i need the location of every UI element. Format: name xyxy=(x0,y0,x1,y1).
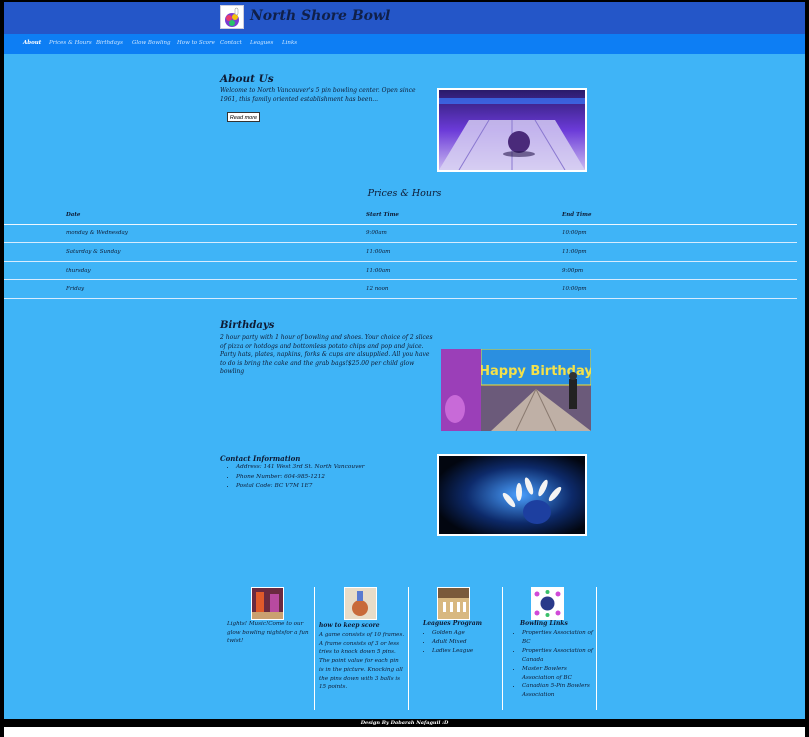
nav-how-to-score[interactable]: How to Score xyxy=(177,40,215,46)
bottom-strip xyxy=(4,727,805,737)
prices-hours-heading: Prices & Hours xyxy=(367,188,442,199)
table-cell-start: 11:00am xyxy=(366,261,562,281)
table-cell-end: 11:00pm xyxy=(562,242,797,262)
bowling-alley-photo xyxy=(437,88,587,172)
contact-postal-code: Postal Code: BC V7M 1E7 xyxy=(236,482,436,492)
table-row: Friday 12 noon 10:00pm xyxy=(4,279,797,299)
table-cell-start: 12 noon xyxy=(366,279,562,299)
table-header-row: Date Start Time End Time xyxy=(4,206,797,225)
how-to-score-heading: how to keep score xyxy=(319,622,380,629)
leagues-thumbnail xyxy=(437,587,470,620)
nav-birthdays[interactable]: Birthdays xyxy=(96,40,123,46)
nav-bar xyxy=(4,34,805,54)
nav-glow-bowling[interactable]: Glow Bowling xyxy=(132,40,171,46)
about-heading: About Us xyxy=(220,73,274,85)
leagues-item-golden-age: Golden Age xyxy=(432,629,473,638)
site-title[interactable]: North Shore Bowl xyxy=(250,8,390,24)
how-to-score-text: A game consists of 10 frames. A frame co… xyxy=(319,632,405,691)
column-header-date: Date xyxy=(4,206,366,225)
table-cell-end: 9:00pm xyxy=(562,261,797,281)
nav-prices-hours[interactable]: Prices & Hours xyxy=(49,40,92,46)
nav-about[interactable]: About xyxy=(23,40,41,46)
birthdays-text: 2 hour party with 1 hour of bowling and … xyxy=(220,334,433,376)
birthday-party-photo: Happy Birthday xyxy=(441,349,591,431)
table-row: Saturday & Sunday 11:00am 11:00pm xyxy=(4,242,797,262)
leagues-item-adult-mixed: Adult Mixed xyxy=(432,638,473,647)
contact-list: Address: 141 West 3rd St. North Vancouve… xyxy=(220,463,436,492)
leagues-list: Golden Age Adult Mixed Ladies League xyxy=(423,629,473,656)
table-cell-end: 10:00pm xyxy=(562,279,797,299)
footer-col-score: how to keep score A game consists of 10 … xyxy=(315,587,409,710)
bowling-pins-photo xyxy=(437,454,587,536)
contact-address: Address: 141 West 3rd St. North Vancouve… xyxy=(236,463,436,473)
column-header-end: End Time xyxy=(562,206,797,225)
table-cell-start: 9:00am xyxy=(366,224,562,244)
bowling-links-list: Properties Association of BC Properties … xyxy=(513,629,600,700)
bowling-links-heading: Bowling Links xyxy=(520,620,568,627)
table-cell-date: thursday xyxy=(4,261,366,281)
about-text: Welcome to North Vancouver's 5 pin bowli… xyxy=(220,87,416,103)
birthdays-heading: Birthdays xyxy=(220,320,275,331)
hours-table: Date Start Time End Time monday & Wednes… xyxy=(4,206,797,299)
table-row: monday & Wednesday 9:00am 10:00pm xyxy=(4,224,797,244)
design-credit: Design By Dabarah Nafaguil :D xyxy=(360,720,449,726)
table-cell-date: monday & Wednesday xyxy=(4,224,366,244)
read-more-button[interactable]: Read more xyxy=(227,112,260,122)
table-cell-start: 11:00am xyxy=(366,242,562,262)
nav-links[interactable]: Links xyxy=(282,40,297,46)
contact-phone: Phone Number: 604-985-1212 xyxy=(236,473,436,483)
table-cell-end: 10:00pm xyxy=(562,224,797,244)
table-cell-date: Saturday & Sunday xyxy=(4,242,366,262)
brand-bar xyxy=(4,2,805,34)
link-master-bowlers-bc[interactable]: Master Bowlers Association of BC xyxy=(522,665,600,683)
link-properties-bc[interactable]: Properties Association of BC xyxy=(522,629,600,647)
link-canadian-5-pin[interactable]: Canadian 5-Pin Bowlers Association xyxy=(522,682,600,700)
footer-col-links: Bowling Links Properties Association of … xyxy=(503,587,597,710)
column-header-start: Start Time xyxy=(366,206,562,225)
contact-heading: Contact Information xyxy=(220,454,301,463)
nav-leagues[interactable]: Leagues xyxy=(250,40,273,46)
leagues-heading: Leagues Program xyxy=(423,620,483,627)
table-row: thursday 11:00am 9:00pm xyxy=(4,261,797,281)
page: North Shore Bowl About Prices & Hours Bi… xyxy=(4,2,805,737)
nav-contact[interactable]: Contact xyxy=(220,40,242,46)
bowling-logo-icon[interactable] xyxy=(220,5,244,29)
bowling-links-thumbnail xyxy=(531,587,564,620)
leagues-item-ladies: Ladies League xyxy=(432,647,473,656)
glow-bowling-text: Lights! Music!Come to our glow bowling n… xyxy=(227,621,309,645)
table-cell-date: Friday xyxy=(4,279,366,299)
link-properties-canada[interactable]: Properties Association of Canada xyxy=(522,647,600,665)
glow-bowling-thumbnail xyxy=(251,587,284,620)
how-to-score-thumbnail xyxy=(344,587,377,620)
footer-col-glow: Lights! Music!Come to our glow bowling n… xyxy=(221,587,315,710)
footer-col-leagues: Leagues Program Golden Age Adult Mixed L… xyxy=(409,587,503,710)
